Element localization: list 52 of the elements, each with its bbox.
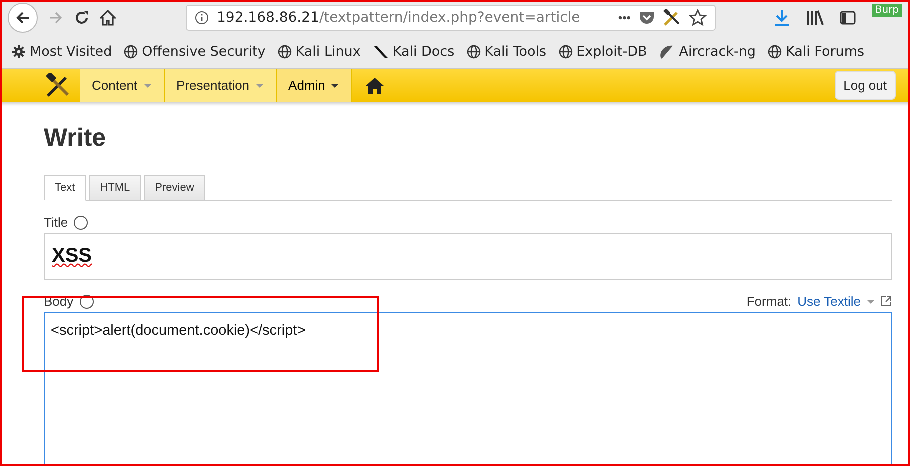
bookmark-link[interactable]: Aircrack-ng (659, 44, 756, 60)
globe-icon (124, 45, 138, 59)
bookmark-label: Kali Linux (296, 44, 361, 60)
nav-menu-item[interactable]: Admin (276, 69, 352, 102)
logout-button[interactable]: Log out (834, 71, 896, 100)
bookmark-label: Kali Tools (484, 44, 547, 60)
library-icon[interactable] (806, 10, 824, 26)
info-icon (195, 11, 209, 25)
bookmark-link[interactable]: Exploit-DB (558, 44, 648, 60)
title-label: Title (44, 215, 68, 230)
globe-icon (558, 45, 573, 59)
globe-icon (768, 45, 782, 59)
help-icon[interactable] (74, 216, 88, 230)
address-bar[interactable]: 192.168.86.21/textpattern/index.php?event=article ••• (186, 5, 716, 31)
editor-tab[interactable]: HTML (89, 175, 142, 201)
editor-tab[interactable]: Text (44, 175, 86, 201)
format-dropdown[interactable]: Use Textile (798, 294, 875, 309)
help-icon[interactable] (80, 294, 94, 308)
hammer-icon[interactable] (663, 9, 681, 27)
bookmark-label: Aircrack-ng (679, 44, 756, 60)
hammer-tools-icon[interactable] (45, 72, 71, 98)
page-heading: Write (44, 124, 108, 153)
bookmark-link[interactable]: Kali Forums (768, 44, 864, 60)
download-icon[interactable] (774, 9, 790, 27)
url-text: 192.168.86.21/textpattern/index.php?event=article (217, 10, 582, 26)
bookmark-link[interactable]: Kali Tools (466, 44, 547, 60)
home-button[interactable] (100, 10, 116, 26)
title-input[interactable]: XSS (44, 233, 892, 280)
bookmark-label: Kali Forums (786, 44, 864, 60)
reload-button[interactable] (74, 10, 90, 26)
bookmark-link[interactable]: Most Visited (12, 44, 112, 60)
bookmark-label: Exploit-DB (576, 44, 648, 60)
pocket-icon[interactable] (639, 10, 655, 26)
bookmark-label: Most Visited (30, 44, 112, 60)
external-link-icon[interactable] (881, 296, 892, 307)
sidebar-icon[interactable] (840, 11, 856, 25)
gear-icon (12, 45, 26, 59)
globe-icon (278, 45, 292, 59)
back-button[interactable] (8, 3, 38, 33)
star-icon[interactable] (689, 9, 707, 27)
globe-icon (466, 45, 481, 59)
body-textarea[interactable]: <script>alert(document.cookie)</script> (44, 312, 892, 466)
arrow-left-icon (15, 10, 31, 26)
nav-menu-item[interactable]: Presentation (164, 69, 277, 102)
editor-tab[interactable]: Preview (144, 175, 206, 201)
nav-menu-item[interactable]: Content (80, 69, 165, 102)
format-label: Format: (746, 294, 792, 309)
tool-icon (372, 45, 389, 59)
bookmark-label: Kali Docs (392, 44, 455, 60)
bookmark-link[interactable]: Kali Linux (278, 44, 361, 60)
bookmark-link[interactable]: Kali Docs (372, 44, 455, 60)
page-actions-button[interactable]: ••• (618, 11, 631, 25)
